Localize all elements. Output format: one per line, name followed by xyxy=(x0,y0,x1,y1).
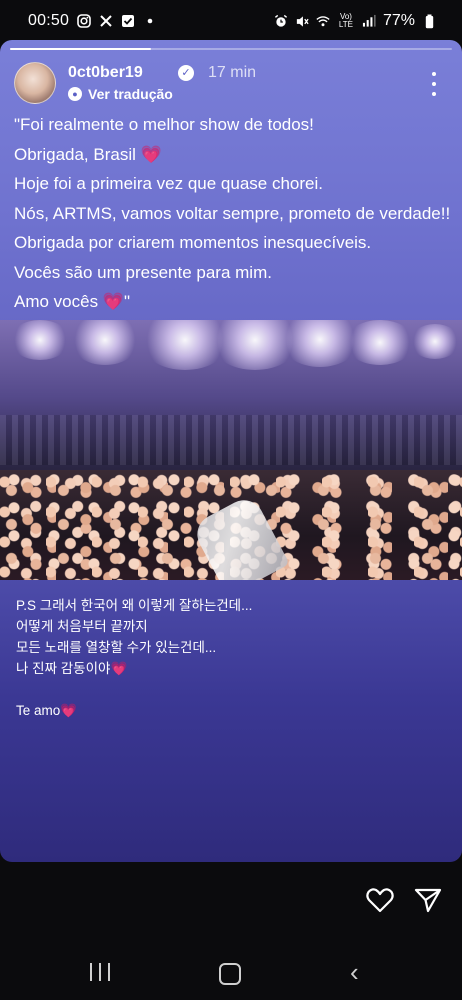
more-options-icon[interactable] xyxy=(430,72,438,96)
story-progress-fill xyxy=(10,48,152,50)
avatar[interactable] xyxy=(14,62,56,104)
closing-text: Te amo💗 xyxy=(16,703,78,718)
korean-line: 나 진짜 감동이야💗 xyxy=(16,661,128,676)
status-time: 00:50 xyxy=(28,12,70,29)
caption-line: Hoje foi a primeira vez que quase chorei… xyxy=(14,174,323,193)
battery-percentage: 77% xyxy=(382,12,415,29)
caption-line: "Foi realmente o melhor show de todos! xyxy=(14,115,314,134)
story-actions xyxy=(0,862,462,952)
korean-text: P.S 그래서 한국어 왜 이렇게 잘하는건데... 어떻게 처음부터 끝까지 … xyxy=(16,595,448,679)
signal-icon xyxy=(362,14,376,28)
volte-label: Vo) LTE xyxy=(338,12,353,29)
username[interactable]: 0ct0ber19 xyxy=(68,64,143,82)
translate-icon: ● xyxy=(68,87,82,101)
battery-icon xyxy=(422,14,436,28)
caption-line: Amo vocês 💗" xyxy=(14,292,131,311)
alarm-icon xyxy=(274,14,288,28)
x-notification-icon xyxy=(99,14,113,28)
caption-line: Obrigada, Brasil 💗 xyxy=(14,144,162,164)
status-right: Vo) LTE 77% xyxy=(274,12,436,30)
story-header: 0ct0ber19 ✓ 17 min ● Ver tradução xyxy=(14,62,448,106)
translate-link[interactable]: ● Ver tradução xyxy=(68,86,173,102)
post-time: 17 min xyxy=(208,64,257,81)
story-progress-bar xyxy=(10,48,452,50)
heart-icon[interactable] xyxy=(364,884,396,916)
status-bar: 00:50 Vo) LTE 77% xyxy=(0,0,462,42)
home-icon[interactable] xyxy=(219,963,241,985)
verified-icon: ✓ xyxy=(178,65,194,81)
status-left: 00:50 xyxy=(28,12,157,30)
mute-icon xyxy=(295,14,309,28)
caption-line: Obrigada por criarem momentos inesquecív… xyxy=(14,233,372,252)
send-icon[interactable] xyxy=(412,884,444,916)
caption: "Foi realmente o melhor show de todos! O… xyxy=(14,110,452,317)
recents-icon[interactable] xyxy=(90,963,110,983)
korean-line: 모든 노래를 열창할 수가 있는건데... xyxy=(16,640,217,655)
translate-label: Ver tradução xyxy=(88,86,173,102)
caption-line: Vocês são um presente para mim. xyxy=(14,262,272,282)
navigation-bar: ‹ xyxy=(0,950,462,1000)
back-icon[interactable]: ‹ xyxy=(350,958,370,986)
more-notifications-dot-icon xyxy=(143,14,157,28)
instagram-notification-icon xyxy=(77,14,91,28)
korean-line: 어떻게 처음부터 끝까지 xyxy=(16,619,148,634)
korean-line: P.S 그래서 한국어 왜 이렇게 잘하는건데... xyxy=(16,598,253,613)
concert-photo xyxy=(0,320,462,580)
tasks-notification-icon xyxy=(121,14,135,28)
wifi-icon xyxy=(316,14,330,28)
caption-line: Nós, ARTMS, vamos voltar sempre, prometo… xyxy=(14,203,451,223)
story-card[interactable]: 0ct0ber19 ✓ 17 min ● Ver tradução "Foi r… xyxy=(0,40,462,862)
